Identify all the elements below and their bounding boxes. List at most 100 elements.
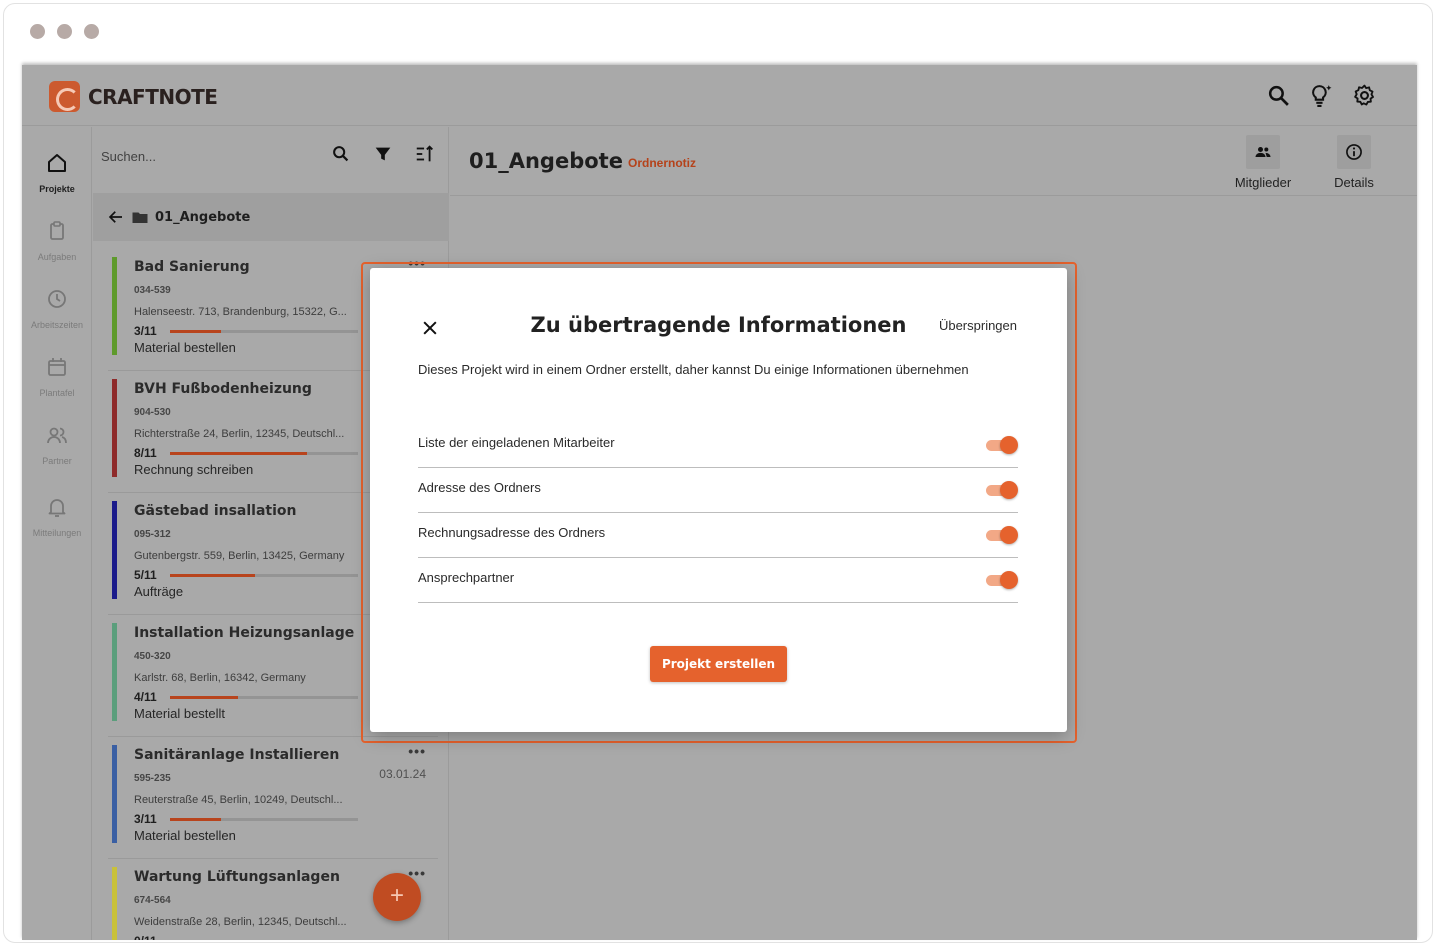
folder-note-link[interactable]: Ordnernotiz <box>628 156 696 170</box>
dialog-description: Dieses Projekt wird in einem Ordner erst… <box>418 362 969 377</box>
option-label: Liste der eingeladenen Mitarbeiter <box>418 435 615 450</box>
create-project-button[interactable]: Projekt erstellen <box>650 646 787 682</box>
project-number: 034-539 <box>134 285 171 296</box>
project-title: Sanitäranlage Installieren <box>134 747 340 763</box>
project-number: 450-320 <box>134 651 171 662</box>
people-icon <box>47 427 67 444</box>
folder-name: 01_Angebote <box>155 209 251 225</box>
project-address: Gutenbergstr. 559, Berlin, 13425, German… <box>134 550 345 562</box>
window-minimize-dot[interactable] <box>57 24 72 39</box>
skip-link[interactable]: Überspringen <box>939 318 1017 333</box>
progress-bar <box>170 695 358 699</box>
project-status: Material bestellt <box>134 706 226 721</box>
option-label: Rechnungsadresse des Ordners <box>418 525 606 540</box>
progress-count: 0/11 <box>134 934 158 940</box>
progress-row: 3/11 <box>134 324 366 338</box>
members-label: Mitglieder <box>1234 175 1292 190</box>
filter-icon[interactable] <box>372 143 394 165</box>
details-button[interactable]: Details <box>1319 135 1389 190</box>
nav-item-mitteilungen[interactable]: Mitteilungen <box>22 495 92 541</box>
project-title: Bad Sanierung <box>134 259 250 275</box>
logo-icon <box>49 81 80 112</box>
transfer-option: Liste der eingeladenen Mitarbeiter <box>418 422 1018 468</box>
progress-row: 0/11 <box>134 934 366 940</box>
main-header: 01_Angebote Ordnernotiz Mitglieder Detai… <box>450 127 1417 196</box>
option-label: Adresse des Ordners <box>418 480 541 495</box>
nav-label: Mitteilungen <box>32 528 82 538</box>
nav-item-plantafel[interactable]: Plantafel <box>22 355 92 401</box>
progress-row: 8/11 <box>134 446 366 460</box>
lightbulb-icon[interactable] <box>1309 83 1334 108</box>
add-project-button[interactable]: + <box>373 873 421 921</box>
calendar-icon <box>48 358 66 376</box>
nav-item-partner[interactable]: Partner <box>22 423 92 469</box>
project-number: 904-530 <box>134 407 171 418</box>
status-color-bar <box>112 501 117 599</box>
home-icon <box>48 154 66 172</box>
info-icon <box>1346 144 1362 160</box>
project-address: Weidenstraße 28, Berlin, 12345, Deutschl… <box>134 916 347 928</box>
project-number: 674-564 <box>134 895 171 906</box>
status-color-bar <box>112 745 117 843</box>
nav-label: Aufgaben <box>37 252 77 262</box>
arrow-left-icon[interactable] <box>107 208 125 226</box>
progress-count: 8/11 <box>134 446 157 460</box>
project-title: Installation Heizungsanlage <box>134 625 355 641</box>
logo-text: CRAFTNOTE <box>88 84 218 109</box>
option-toggle[interactable] <box>986 436 1018 454</box>
nav-item-projekte[interactable]: Projekte <box>22 151 92 197</box>
project-card[interactable]: Sanitäranlage Installieren 595-235 Reuters… <box>108 737 438 859</box>
progress-row: 4/11 <box>134 690 366 704</box>
project-status: Aufträge <box>134 584 184 599</box>
nav-item-aufgaben[interactable]: Aufgaben <box>22 219 92 265</box>
nav-label: Projekte <box>39 184 75 194</box>
progress-count: 5/11 <box>134 568 157 582</box>
option-toggle[interactable] <box>986 571 1018 589</box>
progress-bar <box>170 573 358 577</box>
progress-count: 3/11 <box>134 324 157 338</box>
members-button[interactable]: Mitglieder <box>1228 135 1298 190</box>
project-status: Material bestellen <box>134 828 236 843</box>
gear-icon[interactable] <box>1352 83 1377 108</box>
logo[interactable]: CRAFTNOTE <box>49 81 218 112</box>
status-color-bar <box>112 379 117 477</box>
project-status: Rechnung schreiben <box>134 462 254 477</box>
nav-item-arbeitszeiten[interactable]: Arbeitszeiten <box>22 287 92 333</box>
nav-label: Plantafel <box>39 388 75 398</box>
progress-fill <box>170 573 255 577</box>
project-address: Halenseestr. 713, Brandenburg, 15322, G.… <box>134 306 347 318</box>
progress-bar <box>170 939 358 940</box>
option-toggle[interactable] <box>986 481 1018 499</box>
progress-fill <box>170 329 221 333</box>
list-tools <box>330 143 436 165</box>
more-options-icon[interactable]: ••• <box>408 743 426 759</box>
progress-row: 5/11 <box>134 568 366 582</box>
folder-breadcrumb[interactable]: 01_Angebote <box>93 193 449 241</box>
transfer-option: Ansprechpartner <box>418 557 1018 603</box>
search-icon[interactable] <box>330 143 352 165</box>
sort-icon[interactable] <box>414 143 436 165</box>
option-toggle[interactable] <box>986 526 1018 544</box>
window-maximize-dot[interactable] <box>84 24 99 39</box>
bell-icon <box>48 499 66 517</box>
search-icon[interactable] <box>1266 83 1291 108</box>
status-color-bar <box>112 257 117 355</box>
progress-row: 3/11 <box>134 812 366 826</box>
clock-icon <box>48 290 66 308</box>
project-title: BVH Fußbodenheizung <box>134 381 312 397</box>
window-close-dot[interactable] <box>30 24 45 39</box>
search-input[interactable] <box>101 149 301 164</box>
top-bar: CRAFTNOTE <box>22 65 1417 126</box>
status-color-bar <box>112 867 117 940</box>
project-number: 595-235 <box>134 773 171 784</box>
progress-fill <box>170 817 221 821</box>
project-address: Karlstr. 68, Berlin, 16342, Germany <box>134 672 306 684</box>
transfer-option: Rechnungsadresse des Ordners <box>418 512 1018 558</box>
page-title: 01_Angebote <box>469 149 623 173</box>
progress-fill <box>170 451 308 455</box>
progress-fill <box>170 695 238 699</box>
project-address: Richterstraße 24, Berlin, 12345, Deutsch… <box>134 428 345 440</box>
project-number: 095-312 <box>134 529 171 540</box>
option-label: Ansprechpartner <box>418 570 515 585</box>
nav-label: Arbeitszeiten <box>30 320 84 330</box>
